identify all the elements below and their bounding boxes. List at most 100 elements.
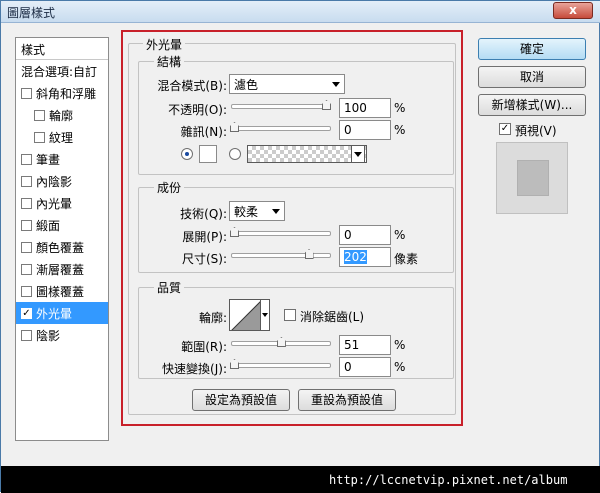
size-label: 尺寸(S): — [181, 252, 227, 266]
spread-input[interactable]: 0 — [339, 225, 391, 245]
range-input[interactable]: 51 — [339, 335, 391, 355]
contour-curve-icon — [231, 301, 260, 330]
style-list-item[interactable]: 紋理 — [16, 126, 108, 148]
anti-alias-checkbox[interactable] — [284, 309, 296, 321]
jitter-input[interactable]: 0 — [339, 357, 391, 377]
reset-default-button[interactable]: 重設為預設值 — [298, 389, 396, 411]
style-checkbox[interactable]: ✓ — [21, 307, 32, 319]
size-value: 202 — [344, 250, 367, 264]
chevron-down-icon — [272, 209, 280, 214]
gradient-radio[interactable] — [229, 148, 241, 160]
spread-unit: % — [394, 228, 406, 242]
technique-dropdown[interactable]: 較柔 — [229, 201, 285, 221]
new-style-button[interactable]: 新增樣式(W)... — [478, 94, 586, 116]
elements-title: 成份 — [154, 179, 185, 196]
style-checkbox[interactable] — [34, 131, 45, 143]
layer-style-dialog: 圖層樣式 x 樣式 混合選項:自訂斜角和浮雕輪廓紋理筆畫內陰影內光暈緞面顏色覆蓋… — [0, 0, 600, 493]
style-list-item-label: 顏色覆蓋 — [36, 240, 85, 255]
make-default-button[interactable]: 設定為預設值 — [192, 389, 290, 411]
close-button[interactable]: x — [553, 2, 593, 19]
style-list-item[interactable]: 混合選項:自訂 — [16, 60, 108, 82]
style-list-item[interactable]: 輪廓 — [16, 104, 108, 126]
jitter-slider[interactable] — [231, 363, 331, 368]
jitter-unit: % — [394, 360, 406, 374]
style-list-item-label: 斜角和浮雕 — [36, 86, 97, 101]
noise-label: 雜訊(N): — [180, 125, 227, 139]
spread-label: 展開(P): — [182, 230, 227, 244]
noise-input[interactable]: 0 — [339, 120, 391, 140]
style-list-item-label: 圖樣覆蓋 — [36, 284, 85, 299]
style-list-items: 混合選項:自訂斜角和浮雕輪廓紋理筆畫內陰影內光暈緞面顏色覆蓋漸層覆蓋圖樣覆蓋 ✓ 外… — [16, 60, 108, 346]
size-unit: 像素 — [394, 252, 419, 266]
preview-checkbox[interactable]: ✓ — [499, 123, 511, 135]
range-label: 範圍(R): — [181, 340, 227, 354]
outer-glow-title: 外光暈 — [143, 36, 186, 53]
style-list-item[interactable]: 圖樣覆蓋 — [16, 280, 108, 302]
noise-unit: % — [394, 123, 406, 137]
style-list-item[interactable]: 漸層覆蓋 — [16, 258, 108, 280]
ok-button[interactable]: 確定 — [478, 38, 586, 60]
quality-title: 品質 — [154, 279, 185, 296]
jitter-label: 快速變換(J): — [162, 362, 227, 376]
preview-label: 預視(V) — [515, 124, 557, 138]
style-list-item-label: 漸層覆蓋 — [36, 262, 85, 277]
spread-slider[interactable] — [231, 231, 331, 236]
contour-picker[interactable] — [229, 299, 261, 331]
style-list-item[interactable]: 緞面 — [16, 214, 108, 236]
style-list-item[interactable]: ✓ 外光暈 — [16, 302, 108, 324]
style-list-item-label: 緞面 — [36, 218, 61, 233]
gradient-picker[interactable] — [247, 145, 367, 163]
cancel-button[interactable]: 取消 — [478, 66, 586, 88]
style-list-item-label: 內光暈 — [36, 196, 73, 211]
style-list-item[interactable]: 內陰影 — [16, 170, 108, 192]
style-checkbox[interactable] — [21, 219, 32, 231]
style-list-item-label: 內陰影 — [36, 174, 73, 189]
structure-title: 結構 — [154, 53, 185, 70]
glow-color-swatch[interactable] — [199, 145, 217, 163]
preview-glyph — [517, 160, 549, 196]
style-list-item[interactable]: 內光暈 — [16, 192, 108, 214]
title-bar: 圖層樣式 x — [1, 1, 600, 23]
style-list-item-label: 外光暈 — [36, 306, 73, 321]
blend-mode-value: 濾色 — [234, 78, 259, 92]
opacity-unit: % — [394, 101, 406, 115]
size-slider[interactable] — [231, 253, 331, 258]
preview-thumbnail — [496, 142, 568, 214]
gradient-dropdown-icon[interactable] — [351, 145, 365, 163]
chevron-down-icon — [332, 82, 340, 87]
style-checkbox[interactable] — [21, 285, 32, 297]
style-list-item-label: 陰影 — [36, 328, 61, 343]
color-radio[interactable] — [181, 148, 193, 160]
style-checkbox[interactable] — [21, 87, 32, 99]
style-list-item[interactable]: 斜角和浮雕 — [16, 82, 108, 104]
technique-value: 較柔 — [234, 205, 259, 219]
opacity-label: 不透明(O): — [168, 103, 227, 117]
style-list-item[interactable]: 陰影 — [16, 324, 108, 346]
watermark-text: http://lccnetvip.pixnet.net/album — [329, 473, 568, 487]
style-list-item[interactable]: 顏色覆蓋 — [16, 236, 108, 258]
style-list-item-label: 紋理 — [49, 130, 74, 145]
noise-slider[interactable] — [231, 126, 331, 131]
style-checkbox[interactable] — [21, 263, 32, 275]
style-list-item-label: 輪廓 — [49, 108, 74, 123]
dialog-title: 圖層樣式 — [7, 6, 56, 20]
blend-mode-dropdown[interactable]: 濾色 — [229, 74, 345, 94]
opacity-slider[interactable] — [231, 104, 331, 109]
range-unit: % — [394, 338, 406, 352]
style-checkbox[interactable] — [34, 109, 45, 121]
style-checkbox[interactable] — [21, 241, 32, 253]
opacity-input[interactable]: 100 — [339, 98, 391, 118]
contour-dropdown-icon[interactable] — [260, 299, 270, 331]
check-icon: ✓ — [500, 123, 510, 134]
style-list: 樣式 混合選項:自訂斜角和浮雕輪廓紋理筆畫內陰影內光暈緞面顏色覆蓋漸層覆蓋圖樣覆… — [15, 37, 109, 441]
style-list-item-label: 筆畫 — [36, 152, 61, 167]
style-checkbox[interactable] — [21, 329, 32, 341]
style-checkbox[interactable] — [21, 153, 32, 165]
size-input[interactable]: 202 — [339, 247, 391, 267]
style-list-header[interactable]: 樣式 — [16, 38, 108, 60]
anti-alias-label: 消除鋸齒(L) — [300, 310, 365, 324]
style-checkbox[interactable] — [21, 175, 32, 187]
style-checkbox[interactable] — [21, 197, 32, 209]
style-list-item-label: 混合選項:自訂 — [21, 64, 98, 79]
style-list-item[interactable]: 筆畫 — [16, 148, 108, 170]
